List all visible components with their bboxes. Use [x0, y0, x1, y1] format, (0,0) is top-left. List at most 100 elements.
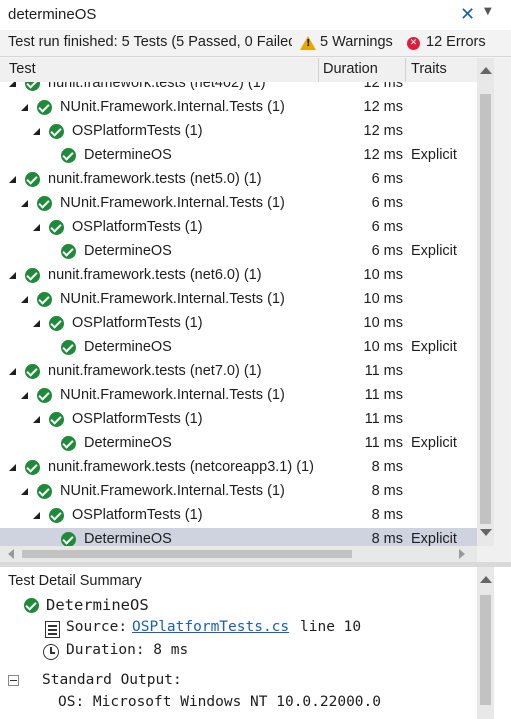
expand-triangle-icon[interactable] — [33, 320, 40, 327]
test-name: NUnit.Framework.Internal.Tests (1) — [60, 195, 285, 211]
warning-icon[interactable]: ! — [300, 36, 316, 50]
expand-triangle-icon[interactable] — [33, 224, 40, 231]
check-circle-icon — [49, 220, 64, 235]
scrollbar-thumb[interactable] — [480, 595, 491, 705]
horizontal-scrollbar[interactable] — [0, 546, 477, 562]
check-circle-icon — [25, 172, 40, 187]
tree-row[interactable]: OSPlatformTests (1) 12 ms — [0, 120, 477, 144]
scrollbar-track-background — [494, 58, 511, 546]
tree-row[interactable]: DetermineOS 6 ms Explicit — [0, 240, 477, 264]
tree-row[interactable]: OSPlatformTests (1) 10 ms — [0, 312, 477, 336]
clock-icon — [43, 644, 59, 660]
check-circle-icon — [37, 196, 52, 211]
scroll-down-icon[interactable] — [480, 529, 492, 536]
check-circle-icon — [61, 532, 76, 546]
expand-triangle-icon[interactable] — [21, 296, 28, 303]
test-duration: 10 ms — [363, 339, 404, 355]
scroll-left-icon[interactable] — [8, 549, 14, 559]
expand-triangle-icon[interactable] — [9, 82, 16, 87]
tree-row[interactable]: NUnit.Framework.Internal.Tests (1) 8 ms — [0, 480, 477, 504]
check-circle-icon — [37, 100, 52, 115]
test-name: DetermineOS — [84, 243, 172, 259]
test-tree: nunit.framework.tests (net462) (1) 12 ms N… — [0, 82, 477, 546]
tree-row[interactable]: nunit.framework.tests (net5.0) (1) 6 ms — [0, 168, 477, 192]
test-traits: Explicit — [411, 147, 457, 163]
column-traits[interactable]: Traits — [411, 61, 447, 77]
tree-row[interactable]: DetermineOS 11 ms Explicit — [0, 432, 477, 456]
tree-row[interactable]: DetermineOS 12 ms Explicit — [0, 144, 477, 168]
expand-triangle-icon[interactable] — [21, 104, 28, 111]
test-traits: Explicit — [411, 531, 457, 546]
test-duration: 8 ms — [371, 531, 403, 546]
check-circle-icon — [25, 460, 40, 475]
test-name: NUnit.Framework.Internal.Tests (1) — [60, 483, 285, 499]
check-circle-icon — [61, 148, 76, 163]
tree-row[interactable]: DetermineOS 10 ms Explicit — [0, 336, 477, 360]
tree-row[interactable]: OSPlatformTests (1) 6 ms — [0, 216, 477, 240]
expand-triangle-icon[interactable] — [33, 416, 40, 423]
tree-row[interactable]: NUnit.Framework.Internal.Tests (1) 11 ms — [0, 384, 477, 408]
vertical-scrollbar[interactable] — [477, 58, 494, 546]
expand-triangle-icon[interactable] — [33, 512, 40, 519]
stdout-text: OS: Microsoft Windows NT 10.0.22000.0 — [58, 694, 382, 710]
test-name: nunit.framework.tests (net7.0) (1) — [48, 363, 262, 379]
column-test[interactable]: Test — [9, 61, 36, 77]
expand-triangle-icon[interactable] — [9, 272, 16, 279]
test-traits: Explicit — [411, 435, 457, 451]
expand-triangle-icon[interactable] — [21, 392, 28, 399]
test-name: DetermineOS — [84, 147, 172, 163]
chevron-down-icon[interactable]: ▼ — [484, 6, 492, 17]
expand-triangle-icon[interactable] — [21, 200, 28, 207]
scroll-up-icon[interactable] — [480, 576, 492, 583]
check-circle-icon — [61, 244, 76, 259]
scroll-corner — [477, 546, 511, 562]
source-line: line 10 — [300, 619, 362, 635]
test-duration: 6 ms — [371, 243, 403, 259]
warnings-count[interactable]: 5 Warnings — [320, 34, 393, 50]
scroll-up-icon[interactable] — [480, 67, 492, 74]
scrollbar-thumb[interactable] — [480, 94, 491, 524]
column-duration[interactable]: Duration — [323, 61, 378, 77]
errors-count[interactable]: 12 Errors — [426, 34, 486, 50]
search-input[interactable] — [2, 3, 454, 25]
detail-scrollbar[interactable] — [477, 567, 494, 719]
expand-triangle-icon[interactable] — [9, 368, 16, 375]
test-name: OSPlatformTests (1) — [72, 315, 203, 331]
tree-row[interactable]: OSPlatformTests (1) 11 ms — [0, 408, 477, 432]
expand-triangle-icon[interactable] — [9, 176, 16, 183]
status-bar: Test run finished: 5 Tests (5 Passed, 0 … — [0, 30, 511, 57]
test-detail-pane: Test Detail Summary DetermineOS Source: … — [0, 567, 511, 719]
scroll-right-icon[interactable] — [459, 549, 465, 559]
test-duration: 12 ms — [363, 82, 404, 91]
tree-row[interactable]: nunit.framework.tests (net6.0) (1) 10 ms — [0, 264, 477, 288]
scrollbar-thumb[interactable] — [22, 550, 352, 558]
check-circle-icon — [37, 388, 52, 403]
check-circle-icon — [24, 598, 39, 613]
source-link[interactable]: OSPlatformTests.cs — [132, 619, 289, 635]
test-name: nunit.framework.tests (net6.0) (1) — [48, 267, 262, 283]
tree-row[interactable]: NUnit.Framework.Internal.Tests (1) 6 ms — [0, 192, 477, 216]
collapse-icon[interactable] — [8, 675, 19, 686]
test-duration: 12 ms — [363, 123, 404, 139]
tree-row[interactable]: DetermineOS 8 ms Explicit — [0, 528, 477, 546]
tree-row[interactable]: OSPlatformTests (1) 8 ms — [0, 504, 477, 528]
check-circle-icon — [25, 364, 40, 379]
error-icon[interactable]: ✕ — [407, 37, 420, 50]
tree-row[interactable]: nunit.framework.tests (netcoreapp3.1) (1… — [0, 456, 477, 480]
tree-row[interactable]: NUnit.Framework.Internal.Tests (1) 12 ms — [0, 96, 477, 120]
expand-triangle-icon[interactable] — [9, 464, 16, 471]
test-name: OSPlatformTests (1) — [72, 123, 203, 139]
test-name: DetermineOS — [84, 339, 172, 355]
expand-triangle-icon[interactable] — [33, 128, 40, 135]
test-duration: 10 ms — [363, 267, 404, 283]
close-icon[interactable]: ✕ — [460, 4, 475, 25]
test-duration: 12 ms — [363, 99, 404, 115]
tree-row[interactable]: nunit.framework.tests (net462) (1) 12 ms — [0, 82, 477, 96]
test-name: OSPlatformTests (1) — [72, 411, 203, 427]
tree-row[interactable]: nunit.framework.tests (net7.0) (1) 11 ms — [0, 360, 477, 384]
tree-row[interactable]: NUnit.Framework.Internal.Tests (1) 10 ms — [0, 288, 477, 312]
stdout-label: Standard Output: — [42, 672, 182, 688]
test-name: nunit.framework.tests (net462) (1) — [48, 82, 266, 91]
check-circle-icon — [61, 340, 76, 355]
expand-triangle-icon[interactable] — [21, 488, 28, 495]
